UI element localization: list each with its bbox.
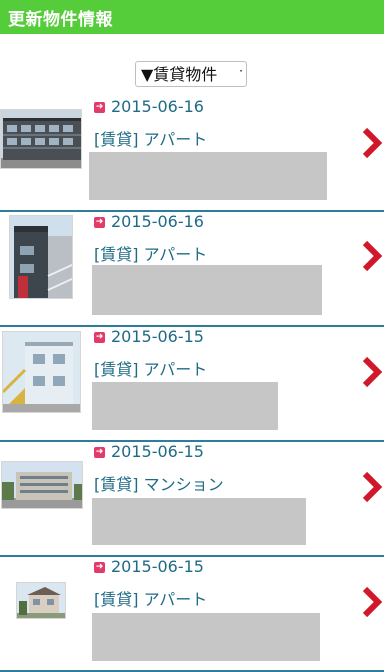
- new-arrow-icon: ➜: [94, 447, 105, 458]
- listing-date: 2015-06-16: [111, 97, 204, 116]
- new-arrow-icon: ➜: [94, 217, 105, 228]
- listing-date: 2015-06-15: [111, 442, 204, 461]
- chevron-right-icon[interactable]: [360, 584, 384, 620]
- listing-item[interactable]: ➜ 2015-06-16 [賃貸] アパート: [0, 97, 384, 212]
- page-header: 更新物件情報: [0, 0, 384, 34]
- listing-description-placeholder: [92, 613, 320, 661]
- listing-item[interactable]: ➜ 2015-06-16 [賃貸] アパート: [0, 212, 384, 327]
- dropdown-indicator-icon: ·: [239, 64, 243, 78]
- listing-type[interactable]: [賃貸] アパート: [94, 356, 207, 380]
- new-arrow-icon: ➜: [94, 102, 105, 113]
- listing-type[interactable]: [賃貸] アパート: [94, 586, 207, 610]
- listing-date: 2015-06-15: [111, 327, 204, 346]
- listing-type[interactable]: [賃貸] アパート: [94, 241, 207, 265]
- listing-description-placeholder: [92, 382, 278, 430]
- property-photo: [2, 331, 81, 413]
- chevron-right-icon[interactable]: [360, 125, 384, 161]
- chevron-right-icon[interactable]: [360, 238, 384, 274]
- listing-description-placeholder: [89, 152, 327, 200]
- new-arrow-icon: ➜: [94, 562, 105, 573]
- listing-description-placeholder: [92, 265, 322, 315]
- listing-item[interactable]: ➜ 2015-06-15 [賃貸] アパート: [0, 557, 384, 672]
- listing-item[interactable]: ➜ 2015-06-15 [賃貸] マンション: [0, 442, 384, 557]
- property-type-select-value: ▼賃貸物件: [141, 65, 218, 84]
- listing-type[interactable]: [賃貸] マンション: [94, 471, 224, 495]
- property-photo: [16, 582, 66, 619]
- property-photo: [9, 215, 73, 299]
- property-photo: [1, 461, 83, 509]
- listing-date: 2015-06-16: [111, 212, 204, 231]
- page-title: 更新物件情報: [8, 10, 113, 30]
- property-type-select[interactable]: ▼賃貸物件 ·: [135, 61, 247, 87]
- listing-date: 2015-06-15: [111, 557, 204, 576]
- listing-type[interactable]: [賃貸] アパート: [94, 126, 207, 150]
- listing-description-placeholder: [92, 498, 306, 545]
- property-photo: [0, 109, 82, 169]
- listing-item[interactable]: ➜ 2015-06-15 [賃貸] アパート: [0, 327, 384, 442]
- new-arrow-icon: ➜: [94, 332, 105, 343]
- chevron-right-icon[interactable]: [360, 354, 384, 390]
- chevron-right-icon[interactable]: [360, 469, 384, 505]
